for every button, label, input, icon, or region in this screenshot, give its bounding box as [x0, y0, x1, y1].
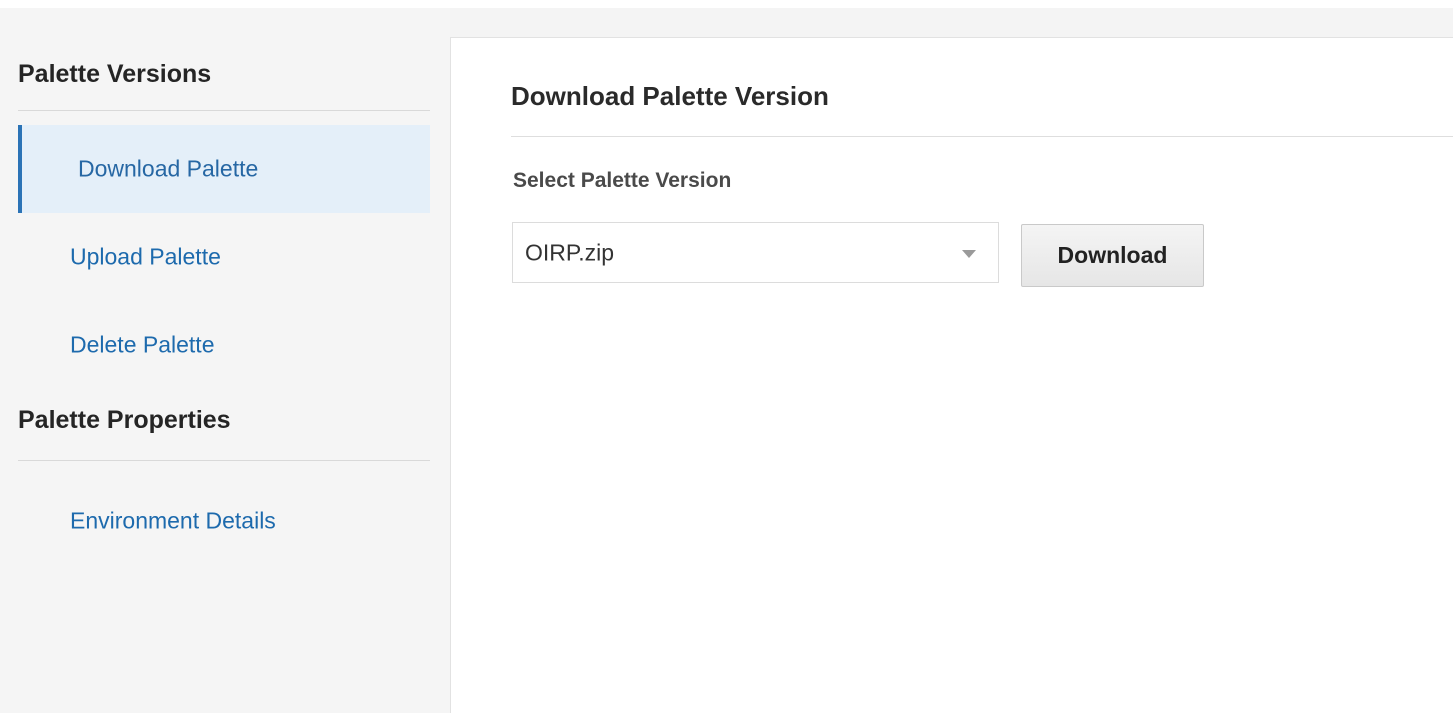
sidebar-item-upload-palette[interactable]: Upload Palette [18, 213, 430, 301]
selected-value: OIRP.zip [525, 239, 615, 265]
sidebar: Palette Versions Download Palette Upload… [0, 8, 450, 713]
sidebar-item-environment-details[interactable]: Environment Details [18, 477, 430, 565]
sidebar-item-label: Download Palette [78, 155, 259, 182]
sidebar-item-label: Delete Palette [70, 331, 215, 358]
sidebar-item-download-palette[interactable]: Download Palette [18, 125, 430, 213]
section-divider [18, 460, 430, 461]
sidebar-item-label: Upload Palette [70, 243, 221, 270]
section-divider [18, 110, 430, 111]
sidebar-item-label: Environment Details [70, 507, 276, 534]
section-title-palette-properties: Palette Properties [18, 406, 231, 434]
section-title-palette-versions: Palette Versions [18, 60, 212, 88]
sidebar-item-delete-palette[interactable]: Delete Palette [18, 301, 430, 389]
page-title: Download Palette Version [511, 81, 829, 111]
palette-version-select[interactable]: OIRP.zip [512, 222, 999, 283]
top-strip [0, 0, 1453, 8]
select-palette-version-label: Select Palette Version [513, 169, 732, 192]
chevron-down-icon [962, 249, 976, 258]
download-button[interactable]: Download [1021, 224, 1204, 287]
main-panel: Download Palette Version Select Palette … [450, 37, 1453, 713]
title-divider [511, 136, 1453, 137]
